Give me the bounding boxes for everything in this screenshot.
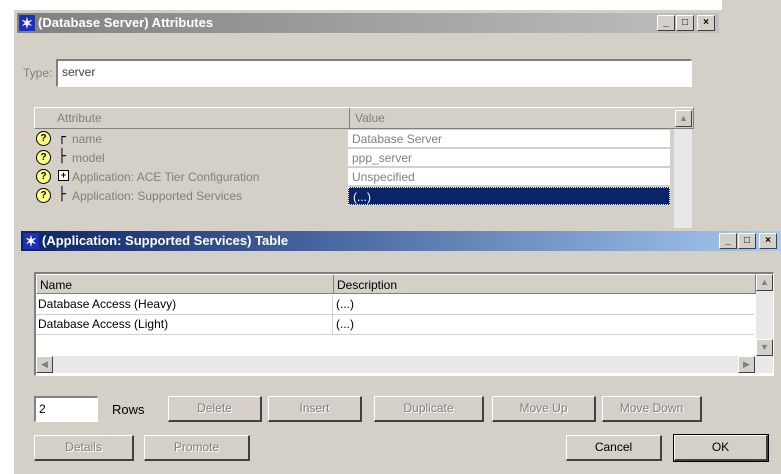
duplicate-button[interactable]: Duplicate [374,396,484,422]
column-header-description[interactable]: Description [337,278,397,292]
attribute-row[interactable]: ? ┌ name Database Server [34,130,694,148]
service-description-cell[interactable]: (...) [336,297,354,311]
rows-label: Rows [112,402,145,417]
delete-button[interactable]: Delete [168,396,262,422]
services-table-window: ✶ (Application: Supported Services) Tabl… [18,228,781,474]
attribute-value[interactable]: Unspecified [348,168,670,186]
attribute-name: Application: ACE Tier Configuration [72,170,260,184]
service-name-cell[interactable]: Database Access (Heavy) [38,297,176,311]
vertical-scrollbar[interactable]: ▲ ▼ [756,274,773,356]
expand-plus-icon[interactable]: + [58,170,69,181]
attribute-name: Application: Supported Services [72,189,243,203]
move-down-button[interactable]: Move Down [602,396,702,422]
table-row[interactable]: Database Access (Light) (...) [36,315,754,335]
help-icon[interactable]: ? [36,169,51,184]
service-description-cell[interactable]: (...) [336,317,354,331]
help-icon[interactable]: ? [36,131,51,146]
tree-branch-icon: ├ [58,187,66,202]
column-header-name[interactable]: Name [40,278,72,292]
attributes-titlebar[interactable]: ✶ (Database Server) Attributes _ □ × [17,13,719,33]
type-field[interactable]: server [56,59,692,87]
attribute-name: name [72,132,103,146]
ok-button[interactable]: OK [673,434,769,462]
details-button[interactable]: Details [34,435,134,461]
column-header-value[interactable]: Value [355,111,385,125]
attribute-row[interactable]: ? + Application: ACE Tier Configuration … [34,168,694,186]
attribute-name: model [72,151,105,165]
close-button[interactable]: × [697,15,715,31]
help-icon[interactable]: ? [36,150,51,165]
tree-branch-icon: ├ [58,149,66,164]
attributes-window-title: (Database Server) Attributes [38,15,214,30]
app-star-icon: ✶ [19,15,35,31]
type-label: Type: [23,66,53,80]
attribute-value[interactable]: ppp_server [348,149,670,167]
minimize-button[interactable]: _ [719,233,737,249]
table-titlebar[interactable]: ✶ (Application: Supported Services) Tabl… [21,231,781,251]
scroll-up-arrow-icon[interactable]: ▲ [675,110,692,127]
move-up-button[interactable]: Move Up [492,396,596,422]
scroll-right-arrow-icon[interactable]: ▶ [738,356,755,373]
maximize-button[interactable]: □ [738,233,756,249]
close-button[interactable]: × [759,233,777,249]
promote-button[interactable]: Promote [144,435,250,461]
horizontal-scrollbar[interactable]: ◀ ▶ [36,356,773,373]
attribute-value-selected[interactable]: (...) [348,187,670,205]
attribute-row[interactable]: ? ├ model ppp_server [34,149,694,167]
table-window-title: (Application: Supported Services) Table [42,233,289,248]
help-icon[interactable]: ? [36,188,51,203]
table-row[interactable]: Database Access (Heavy) (...) [36,295,754,315]
insert-button[interactable]: Insert [268,396,362,422]
service-name-cell[interactable]: Database Access (Light) [38,317,168,331]
app-star-icon: ✶ [23,233,39,249]
desktop-background [722,0,781,238]
cancel-button[interactable]: Cancel [566,435,662,461]
attributes-scrollbar-track[interactable] [674,129,692,229]
services-table: Name Description Database Access (Heavy)… [34,272,774,376]
attributes-grid: Attribute Value ▲ ? ┌ name Database Serv… [34,107,694,231]
minimize-button[interactable]: _ [657,15,675,31]
rows-count-field[interactable]: 2 [34,396,98,422]
table-header: Name Description [36,274,756,294]
attribute-row[interactable]: ? ├ Application: Supported Services (...… [34,187,694,205]
tree-branch-icon: ┌ [58,130,66,145]
attribute-value[interactable]: Database Server [348,130,670,148]
column-header-attribute[interactable]: Attribute [57,111,102,125]
maximize-button[interactable]: □ [676,15,694,31]
scroll-left-arrow-icon[interactable]: ◀ [36,356,53,373]
attributes-grid-header: Attribute Value ▲ [34,107,694,129]
scroll-down-arrow-icon[interactable]: ▼ [756,339,773,356]
scroll-up-arrow-icon[interactable]: ▲ [756,274,773,291]
